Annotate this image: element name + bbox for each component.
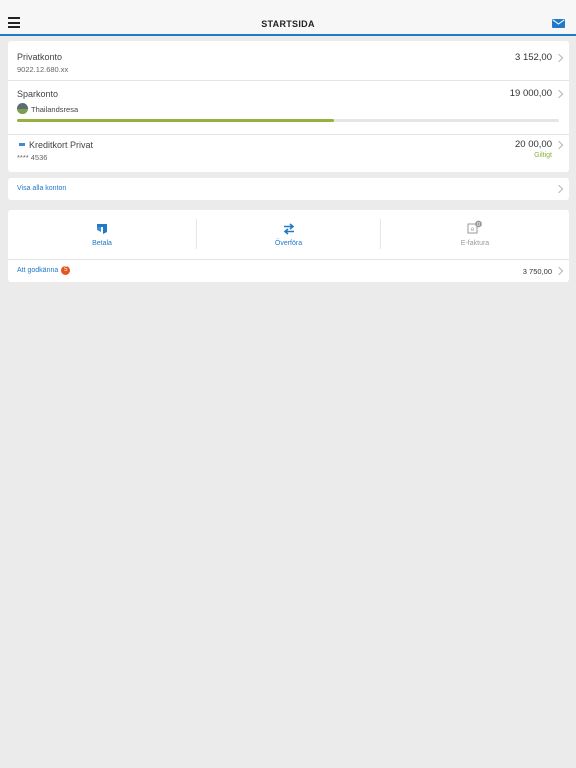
savings-goal-label: Thailandsresa [31,105,79,114]
approve-amount: 3 750,00 [522,267,552,276]
savings-goal-image [17,103,28,114]
e-invoice-button[interactable]: e 0 E-faktura [381,210,569,260]
show-all-accounts-button[interactable]: Visa alla konton [8,178,569,200]
account-number: **** 4536 [17,153,48,162]
pay-icon [97,224,107,234]
chevron-right-icon [554,89,564,99]
accounts-card: Privatkonto 9022.12.680.xx 3 152,00 Spar… [8,41,569,172]
account-row-kreditkort[interactable]: Kreditkort Privat **** 4536 20 00,00 Gil… [8,135,569,172]
account-number: 9022.12.680.xx [17,65,69,74]
transfer-label: Överföra [274,240,303,247]
show-all-accounts-label: Visa alla konton [17,185,67,192]
savings-progress-fill [17,119,335,122]
page-title: STARTSIDA [261,19,315,29]
account-amount: 3 152,00 [515,52,552,63]
transfer-button[interactable]: Överföra [197,210,380,260]
account-row-sparkonto[interactable]: Sparkonto 19 000,00 [8,81,569,134]
account-amount: 20 00,00 [515,139,552,150]
mail-icon[interactable] [552,19,565,28]
card-status: Giltigt [534,152,552,159]
credit-card-icon [19,143,25,146]
approve-count-badge: 5 [61,266,71,275]
svg-text:e: e [471,227,475,233]
account-amount: 19 000,00 [509,88,552,99]
e-invoice-badge: 0 [477,222,480,228]
account-row-privatkonto[interactable]: Privatkonto 9022.12.680.xx 3 152,00 [8,41,569,80]
account-name: Privatkonto [17,52,63,62]
transfer-icon [283,223,294,235]
chevron-right-icon [554,266,564,276]
account-name: Kreditkort Privat [29,140,94,150]
approve-label: Att godkänna [17,267,59,274]
e-invoice-icon: e 0 [467,220,482,234]
savings-progress-bar [17,119,559,122]
approve-label-wrap: Att godkänna 5 [17,266,71,275]
actions-card: Betala Överföra e 0 E-faktura Att godkän… [8,210,569,282]
pay-button[interactable]: Betala [8,210,196,260]
account-name: Sparkonto [17,89,59,99]
chevron-right-icon [554,184,564,194]
approve-row[interactable]: Att godkänna 5 3 750,00 [8,260,569,282]
chevron-right-icon [554,140,564,150]
chevron-right-icon [554,53,564,63]
pay-label: Betala [92,240,112,247]
top-bar: STARTSIDA [0,0,576,36]
e-invoice-label: E-faktura [460,240,490,247]
